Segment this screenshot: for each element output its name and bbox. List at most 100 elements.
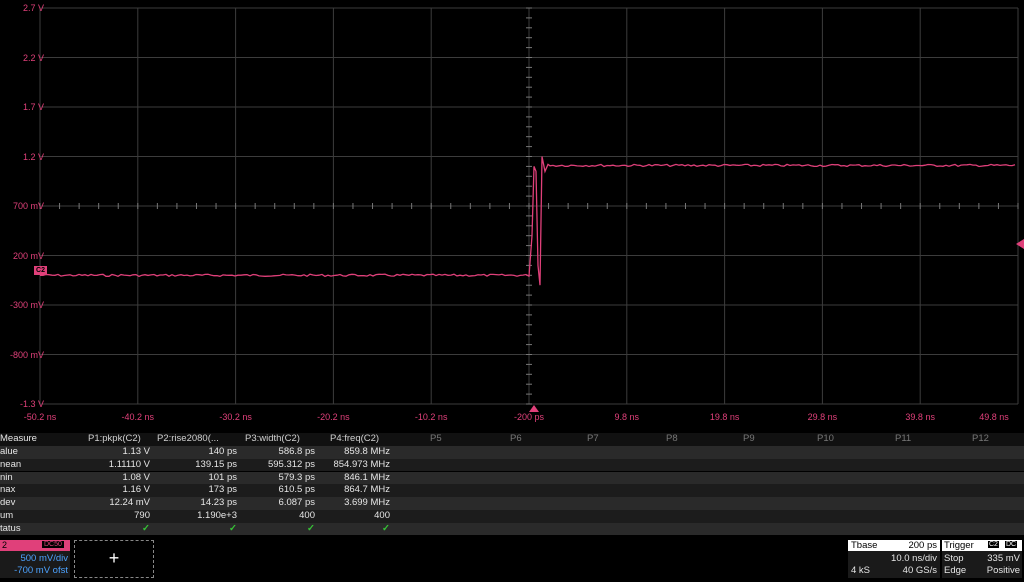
x-axis-label: 9.8 ns <box>614 412 640 422</box>
x-axis-label: -50.2 ns <box>23 412 57 422</box>
x-axis-label: -20.2 ns <box>317 412 350 422</box>
measurement-value: 859.8 MHz <box>344 446 390 457</box>
add-trace-button[interactable]: + <box>74 540 154 578</box>
trigger-title: Trigger <box>944 540 974 551</box>
measurement-value: 1.13 V <box>122 446 150 457</box>
plus-icon: + <box>108 548 120 568</box>
measurement-value: 1.190e+3 <box>197 510 237 521</box>
measurement-row-label: um <box>0 510 14 521</box>
measurement-value: 846.1 MHz <box>344 471 390 483</box>
y-axis-label: 2.7 V <box>22 3 44 13</box>
measure-header-label: Measure <box>0 433 37 444</box>
channel-tag: 2 <box>2 540 8 550</box>
measurement-row: nax 1.16 V 173 ps 610.5 ps 864.7 MHz <box>0 484 1024 497</box>
measurement-value: 864.7 MHz <box>344 484 390 496</box>
timebase-div: 10.0 ns/div <box>891 553 937 564</box>
measurement-row-label: nin <box>0 471 13 483</box>
channel-scale: 500 mV/div <box>20 553 68 564</box>
measurement-value: 139.15 ps <box>195 458 237 470</box>
measurement-value: ✓ <box>229 522 237 534</box>
channel-descriptor[interactable]: 2 DC50 500 mV/div -700 mV ofst <box>0 540 70 578</box>
timebase-delay: 200 ps <box>908 540 937 551</box>
x-axis-label: -200 ps <box>513 412 545 422</box>
measurement-value: 1.11110 V <box>108 458 150 470</box>
channel-ground-marker[interactable]: C2 <box>34 266 47 275</box>
param-p11-header[interactable]: P11 <box>895 433 911 444</box>
y-axis-label: 200 mV <box>12 250 44 261</box>
measurement-value: 586.8 ps <box>278 446 315 457</box>
measurement-value: 173 ps <box>208 484 237 496</box>
trigger-slope: Positive <box>986 565 1020 576</box>
measurement-value: 400 <box>299 510 315 521</box>
y-axis-label: 2.2 V <box>22 52 44 63</box>
measurement-header-row: Measure P1:pkpk(C2) P2:rise2080(... P3:w… <box>0 433 1024 446</box>
measurement-value: 3.699 MHz <box>344 497 390 509</box>
timebase-rate: 40 GS/s <box>902 565 937 576</box>
y-axis-label: 700 mV <box>12 201 44 211</box>
x-axis-label: 29.8 ns <box>807 412 838 422</box>
measurement-row: um 790 1.190e+3 400 400 <box>0 510 1024 523</box>
trigger-type: Edge <box>944 565 967 576</box>
y-axis-label: 1.7 V <box>22 102 44 112</box>
param-p2-header[interactable]: P2:rise2080(... <box>157 433 237 444</box>
waveform-grid <box>39 7 1019 405</box>
trigger-coupling-badge: DC <box>1005 541 1018 548</box>
measurement-row-label: alue <box>0 446 18 457</box>
param-p4-header[interactable]: P4:freq(C2) <box>330 433 390 444</box>
trigger-descriptor[interactable]: Trigger C2 DC Stop 335 mV Edge Positive <box>942 540 1022 578</box>
param-p1-header[interactable]: P1:pkpk(C2) <box>88 433 150 444</box>
measurement-value: 595.312 ps <box>267 458 315 470</box>
timebase-descriptor[interactable]: Tbase 200 ps 10.0 ns/div 4 kS 40 GS/s <box>848 540 940 578</box>
y-axis-label: -1.3 V <box>19 399 44 409</box>
measurement-row-label: dev <box>0 497 16 509</box>
param-p8-header[interactable]: P8 <box>666 433 678 444</box>
waveform-display[interactable]: 2.7 V 2.2 V 1.7 V 1.2 V 700 mV 200 mV -300 mV -… <box>0 0 1024 430</box>
measurement-row-label: nean <box>0 458 22 470</box>
measurement-value: ✓ <box>307 522 315 534</box>
measurement-value: 101 ps <box>208 471 237 483</box>
measurement-row-label: nax <box>0 484 16 496</box>
param-p6-header[interactable]: P6 <box>510 433 522 444</box>
y-axis-label: -800 mV <box>9 349 44 360</box>
trigger-level-marker[interactable] <box>1016 239 1024 249</box>
x-axis-label: -10.2 ns <box>414 412 448 422</box>
x-axis-label: -30.2 ns <box>219 412 252 422</box>
param-p7-header[interactable]: P7 <box>587 433 599 444</box>
measurement-value: ✓ <box>382 522 390 534</box>
measurement-value: 6.087 ps <box>278 497 315 509</box>
trigger-source-badge: C2 <box>988 541 999 548</box>
param-p3-header[interactable]: P3:width(C2) <box>245 433 315 444</box>
param-p12-header[interactable]: P12 <box>972 433 989 444</box>
param-p10-header[interactable]: P10 <box>817 433 834 444</box>
measurement-value: 14.23 ps <box>200 497 237 509</box>
y-axis-label: -300 mV <box>9 300 44 310</box>
measurement-value: 1.16 V <box>122 484 150 496</box>
measurement-value: 854.973 MHz <box>333 458 390 470</box>
measurement-row: alue 1.13 V 140 ps 586.8 ps 859.8 MHz <box>0 446 1024 459</box>
param-p9-header[interactable]: P9 <box>743 433 755 444</box>
measurement-row: dev 12.24 mV 14.23 ps 6.087 ps 3.699 MHz <box>0 497 1024 510</box>
measurement-value: ✓ <box>142 522 150 534</box>
measurement-row: nean 1.11110 V 139.15 ps 595.312 ps 854.973 … <box>0 458 1024 472</box>
measurement-row: nin 1.08 V 101 ps 579.3 ps 846.1 MHz <box>0 471 1024 485</box>
measurement-value: 12.24 mV <box>109 497 150 509</box>
measurement-table: Measure P1:pkpk(C2) P2:rise2080(... P3:w… <box>0 433 1024 538</box>
y-axis-label: 1.2 V <box>22 151 44 162</box>
trigger-position-marker[interactable] <box>529 405 539 412</box>
x-axis-label: 19.8 ns <box>709 412 740 422</box>
x-axis-label: -40.2 ns <box>121 412 155 422</box>
trigger-level: 335 mV <box>987 553 1020 564</box>
measurement-row: tatus ✓ ✓ ✓ ✓ <box>0 522 1024 536</box>
x-axis-label: 39.8 ns <box>905 412 935 422</box>
measurement-value: 579.3 ps <box>278 471 315 483</box>
trigger-mode: Stop <box>944 553 964 564</box>
measurement-value: 1.08 V <box>122 471 150 483</box>
coupling-badge: DC50 <box>42 541 64 548</box>
param-p5-header[interactable]: P5 <box>430 433 442 444</box>
timebase-title: Tbase <box>851 540 878 551</box>
measurement-value: 400 <box>374 510 390 521</box>
channel-offset: -700 mV ofst <box>14 565 68 576</box>
timebase-samples: 4 kS <box>851 565 871 576</box>
measurement-value: 790 <box>134 510 150 521</box>
measurement-value: 140 ps <box>208 446 237 457</box>
